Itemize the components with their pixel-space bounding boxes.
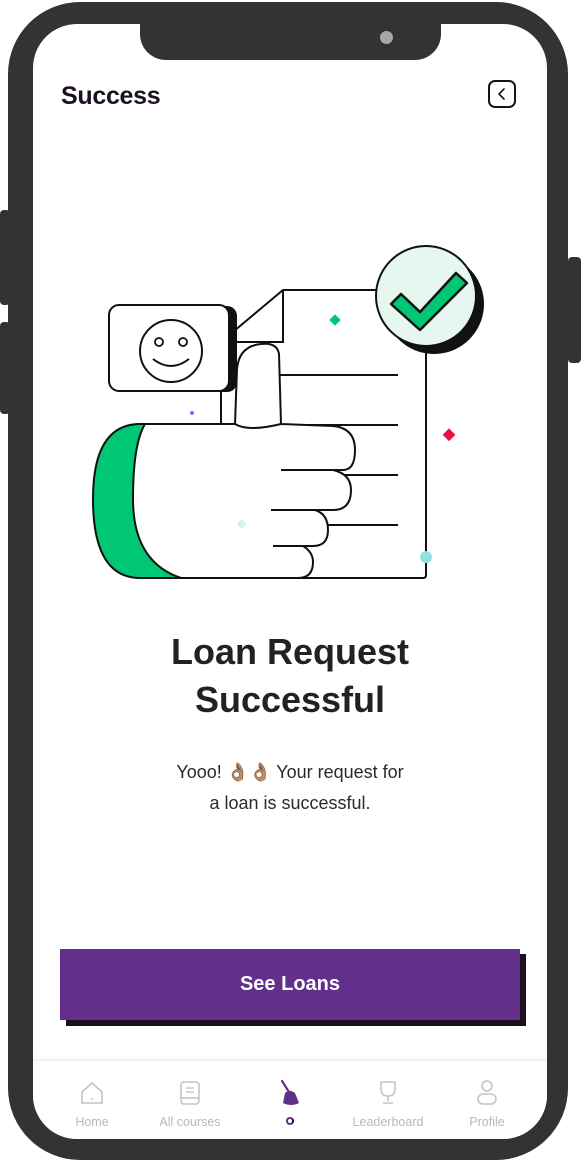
tab-leaderboard[interactable]: Leaderboard — [338, 1061, 438, 1139]
tab-active[interactable] — [240, 1061, 340, 1139]
trophy-icon — [380, 1081, 396, 1104]
see-loans-button[interactable]: See Loans — [60, 949, 520, 1020]
success-illustration — [91, 245, 484, 579]
tab-all-courses-label: All courses — [159, 1115, 221, 1129]
tab-leaderboard-label: Leaderboard — [352, 1115, 424, 1129]
phone-side-button — [568, 257, 581, 363]
tab-all-courses[interactable]: All courses — [140, 1061, 240, 1139]
user-icon — [477, 1080, 497, 1105]
bottom-tab-bar: Home All courses Leaderboard Profile — [33, 1060, 547, 1139]
tab-profile-label: Profile — [469, 1115, 505, 1129]
smiley-icon — [108, 304, 237, 392]
success-headline: Loan Request Successful — [33, 628, 547, 724]
phone-side-button — [0, 322, 10, 414]
headline-line-1: Loan Request — [170, 631, 410, 672]
tab-home-label: Home — [75, 1115, 109, 1129]
broom-icon — [280, 1079, 299, 1105]
message-line-1: Yooo! 👌🏽👌🏽 Your request for — [176, 762, 404, 782]
headline-line-2: Successful — [194, 679, 386, 720]
home-icon — [81, 1082, 103, 1104]
success-message: Yooo! 👌🏽👌🏽 Your request for a loan is su… — [140, 757, 440, 819]
phone-side-button — [0, 210, 10, 305]
message-line-2: a loan is successful. — [209, 793, 371, 813]
book-icon — [180, 1081, 200, 1105]
active-indicator-dot — [286, 1117, 294, 1125]
screen: Success Loan Request Successful Yooo! 👌🏽… — [33, 24, 547, 1139]
tab-home[interactable]: Home — [42, 1061, 142, 1139]
tab-profile[interactable]: Profile — [437, 1061, 537, 1139]
